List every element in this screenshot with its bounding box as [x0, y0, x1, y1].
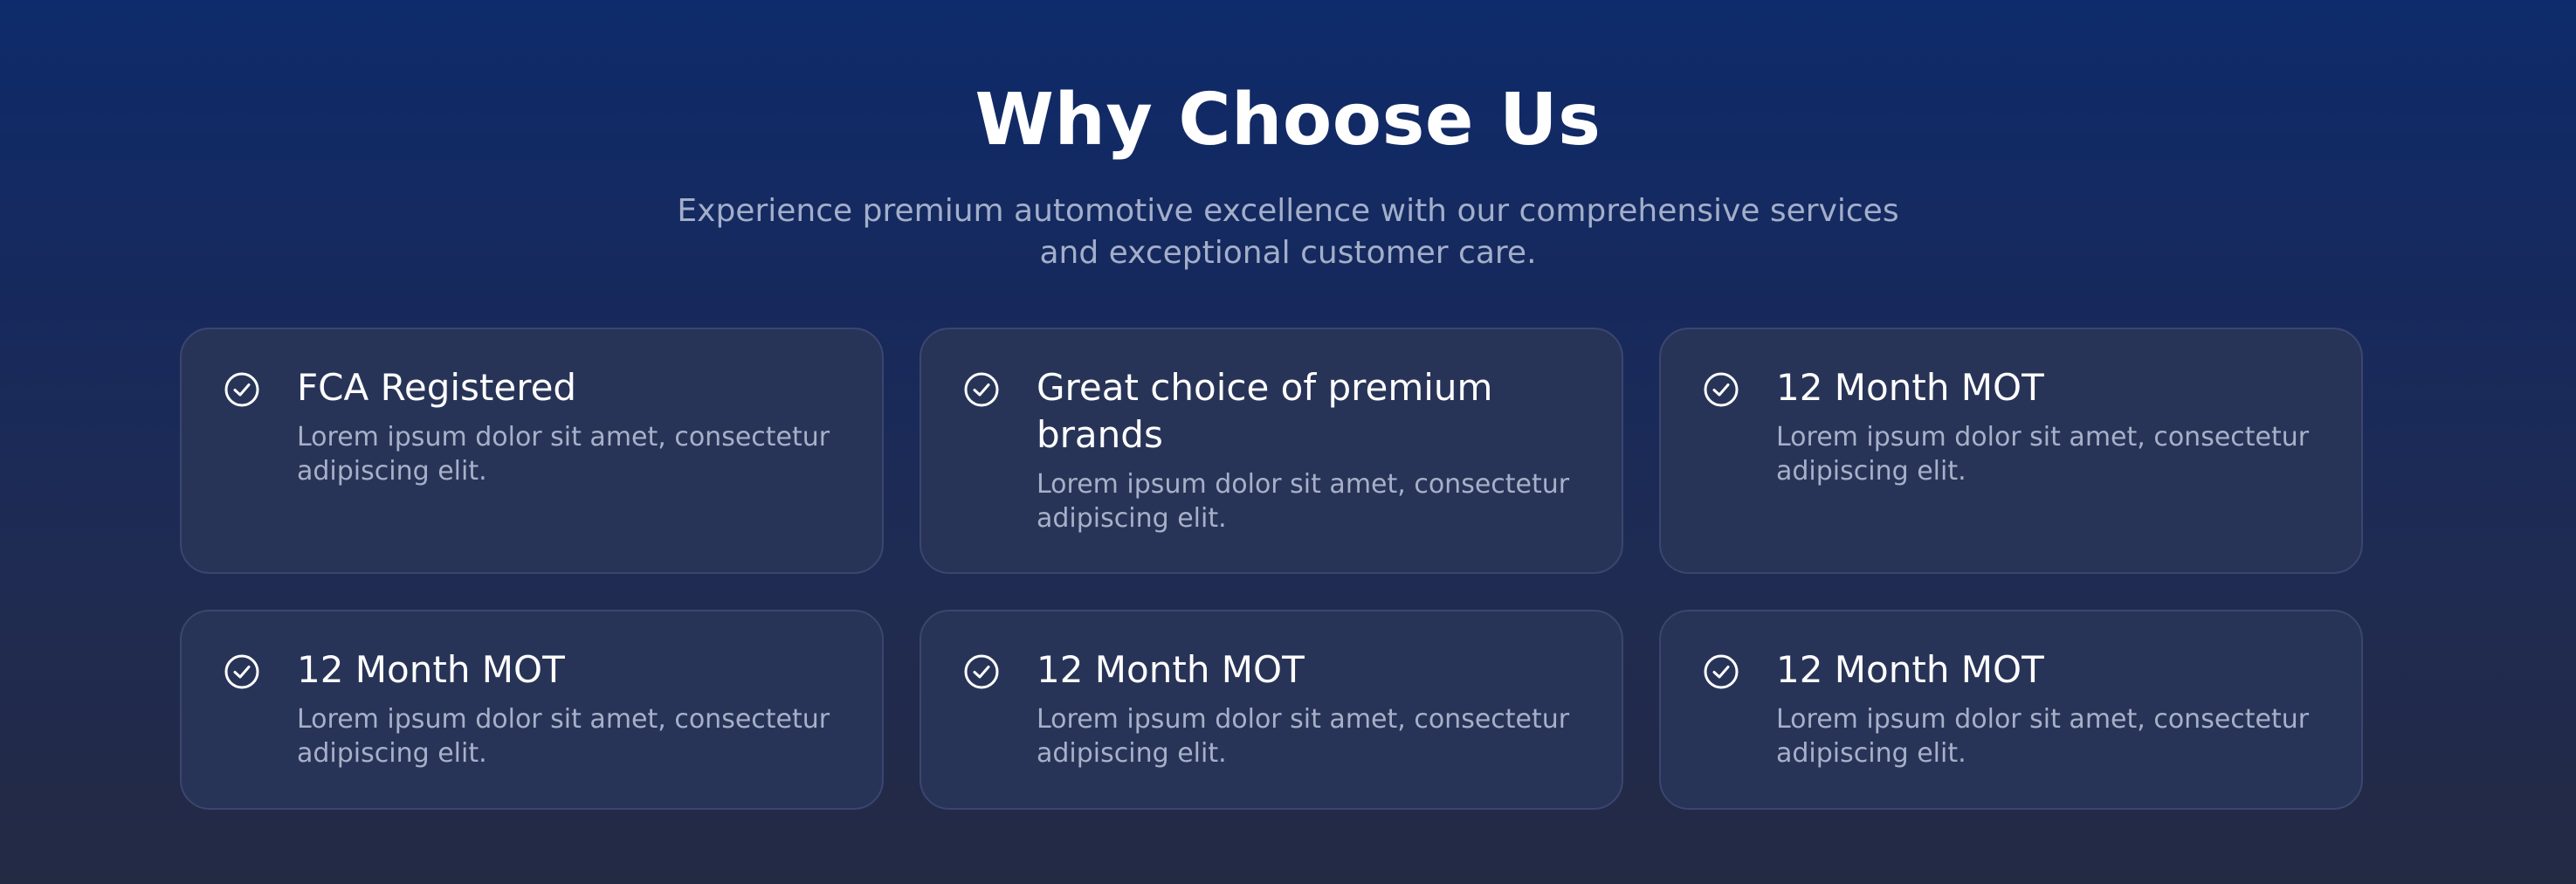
feature-title: 12 Month MOT — [1776, 366, 2044, 409]
feature-card: Great choice of premium brands Lorem ips… — [920, 328, 1623, 574]
check-circle-icon — [224, 654, 259, 689]
feature-description: Lorem ipsum dolor sit amet, consectetur … — [1037, 704, 1570, 769]
check-circle-icon — [1704, 654, 1739, 689]
feature-card: FCA Registered Lorem ipsum dolor sit ame… — [180, 328, 884, 574]
why-choose-us-section: Why Choose Us Experience premium automot… — [0, 0, 2576, 884]
feature-card: 12 Month MOT Lorem ipsum dolor sit amet,… — [180, 610, 884, 810]
check-circle-icon — [224, 372, 259, 407]
feature-title: Great choice of premium brands — [1037, 366, 1493, 456]
feature-title: 12 Month MOT — [1037, 648, 1305, 691]
section-title: Why Choose Us — [975, 79, 1601, 162]
feature-title: FCA Registered — [297, 366, 577, 409]
feature-description: Lorem ipsum dolor sit amet, consectetur … — [1776, 704, 2310, 769]
feature-card: 12 Month MOT Lorem ipsum dolor sit amet,… — [1659, 328, 2363, 574]
feature-description: Lorem ipsum dolor sit amet, consectetur … — [297, 704, 830, 769]
check-circle-icon — [964, 372, 999, 407]
feature-description: Lorem ipsum dolor sit amet, consectetur … — [297, 422, 830, 487]
check-circle-icon — [964, 654, 999, 689]
feature-description: Lorem ipsum dolor sit amet, consectetur … — [1037, 469, 1570, 534]
features-grid: FCA Registered Lorem ipsum dolor sit ame… — [180, 328, 2363, 810]
feature-title: 12 Month MOT — [297, 648, 565, 691]
feature-card: 12 Month MOT Lorem ipsum dolor sit amet,… — [920, 610, 1623, 810]
check-circle-icon — [1704, 372, 1739, 407]
feature-description: Lorem ipsum dolor sit amet, consectetur … — [1776, 422, 2310, 487]
feature-title: 12 Month MOT — [1776, 648, 2044, 691]
feature-card: 12 Month MOT Lorem ipsum dolor sit amet,… — [1659, 610, 2363, 810]
section-subtitle: Experience premium automotive excellence… — [677, 193, 1899, 271]
